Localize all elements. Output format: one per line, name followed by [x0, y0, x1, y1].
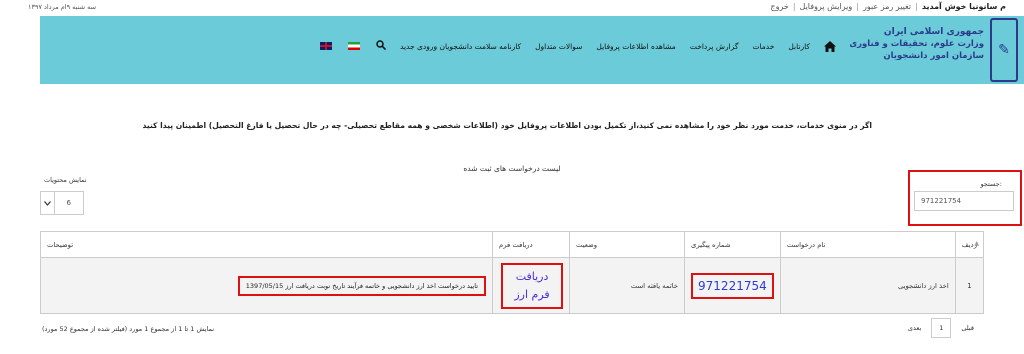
site-header: ✎ جمهوری اسلامی ایران وزارت علوم، تحقیقا…: [40, 16, 1024, 84]
cell-status: خاتمه یافته است: [569, 257, 686, 314]
sort-icon: ▲: [974, 240, 979, 247]
cell-request-name: اخذ ارز دانشجویی: [779, 257, 956, 314]
list-title: لیست درخواست های ثبت شده: [463, 164, 561, 173]
logo-line-2: وزارت علوم، تحقیقات و فناوری: [849, 39, 984, 49]
nav-item-health-report[interactable]: کارنامه سلامت دانشجویان ورودی جدید: [400, 42, 521, 51]
previous-page-button[interactable]: قبلی: [951, 318, 984, 338]
home-icon[interactable]: [824, 40, 836, 52]
nav-item-services[interactable]: خدمات: [752, 42, 774, 51]
nav-tools: [320, 40, 387, 52]
separator: |: [792, 2, 796, 11]
column-header-status[interactable]: وضعیت: [569, 231, 686, 258]
table-info: نمایش 1 تا 1 از مجموع 1 مورد (فیلتر شده …: [42, 325, 215, 333]
separator: |: [915, 2, 918, 11]
separator: |: [856, 2, 859, 11]
search-icon[interactable]: [376, 40, 387, 52]
logo-emblem-icon: ✎: [990, 18, 1018, 82]
description-text: تایید درخواست اخذ ارز دانشجویی و خاتمه ف…: [237, 275, 487, 296]
logo-text: جمهوری اسلامی ایران وزارت علوم، تحقیقات …: [834, 26, 984, 62]
nav-item-payment-report[interactable]: گزارش پرداخت: [690, 42, 739, 51]
get-form-link[interactable]: دریافت فرم ارز: [501, 262, 564, 309]
cell-get-form: دریافت فرم ارز: [492, 257, 571, 314]
cell-row-number: 1: [954, 257, 985, 314]
nav-item-dashboard[interactable]: کارتابل: [788, 42, 810, 51]
page-size-value: 6: [66, 199, 71, 207]
table-header-row: ▲ ردیف نام درخواست شماره پیگیری وضعیت دری…: [39, 231, 985, 258]
next-page-button[interactable]: بعدی: [898, 318, 931, 338]
search-input[interactable]: 971221754: [914, 191, 1014, 211]
edit-profile-link[interactable]: ویرایش پروفایل: [800, 2, 853, 11]
column-header-description[interactable]: توضیحات: [39, 231, 494, 258]
main-nav: کارتابل خدمات گزارش پرداخت مشاهده اطلاعا…: [320, 40, 836, 52]
nav-item-faq[interactable]: سوالات متداول: [535, 42, 582, 51]
cell-description: تایید درخواست اخذ ارز دانشجویی و خاتمه ف…: [39, 257, 494, 314]
welcome-text: م سانونیا خوش آمدید: [921, 2, 1006, 11]
site-logo[interactable]: ✎ جمهوری اسلامی ایران وزارت علوم، تحقیقا…: [849, 16, 1024, 84]
nav-item-view-profile[interactable]: مشاهده اطلاعات پروفایل: [596, 42, 675, 51]
table-row: 1 اخذ ارز دانشجویی 971221754 خاتمه یافته…: [39, 257, 985, 314]
chevron-down-icon: [41, 192, 55, 214]
requests-table: ▲ ردیف نام درخواست شماره پیگیری وضعیت دری…: [39, 231, 985, 314]
page-size-label: نمایش محتویات: [44, 176, 87, 184]
logout-link[interactable]: خروج: [770, 2, 788, 11]
profile-notice: اگر در منوی خدمات، خدمت مورد نظر خود را …: [142, 121, 872, 130]
cell-tracking: 971221754: [684, 257, 781, 314]
column-header-row[interactable]: ▲ ردیف: [954, 231, 985, 258]
column-header-get-form[interactable]: دریافت فرم: [492, 231, 571, 258]
column-header-tracking[interactable]: شماره پیگیری: [684, 231, 781, 258]
page-size-select[interactable]: 6: [40, 191, 84, 215]
top-bar: سه شنبه ۹ام مرداد ۱۳۹۷ م سانونیا خوش آمد…: [0, 0, 1024, 16]
column-header-name[interactable]: نام درخواست: [779, 231, 956, 258]
uk-flag-icon[interactable]: [320, 42, 333, 50]
change-password-link[interactable]: تغییر رمز عبور: [863, 2, 911, 11]
tracking-number: 971221754: [691, 272, 774, 299]
logo-line-1: جمهوری اسلامی ایران: [883, 27, 984, 37]
user-menu: م سانونیا خوش آمدید | تغییر رمز عبور | و…: [770, 2, 1006, 11]
iran-flag-icon[interactable]: [348, 42, 361, 50]
pagination: قبلی 1 بعدی: [898, 318, 984, 338]
logo-line-3: سازمان امور دانشجویان: [883, 51, 984, 61]
current-date: سه شنبه ۹ام مرداد ۱۳۹۷: [28, 3, 97, 11]
search-label: جستجو:: [980, 180, 1002, 188]
page-number-button[interactable]: 1: [931, 318, 952, 338]
